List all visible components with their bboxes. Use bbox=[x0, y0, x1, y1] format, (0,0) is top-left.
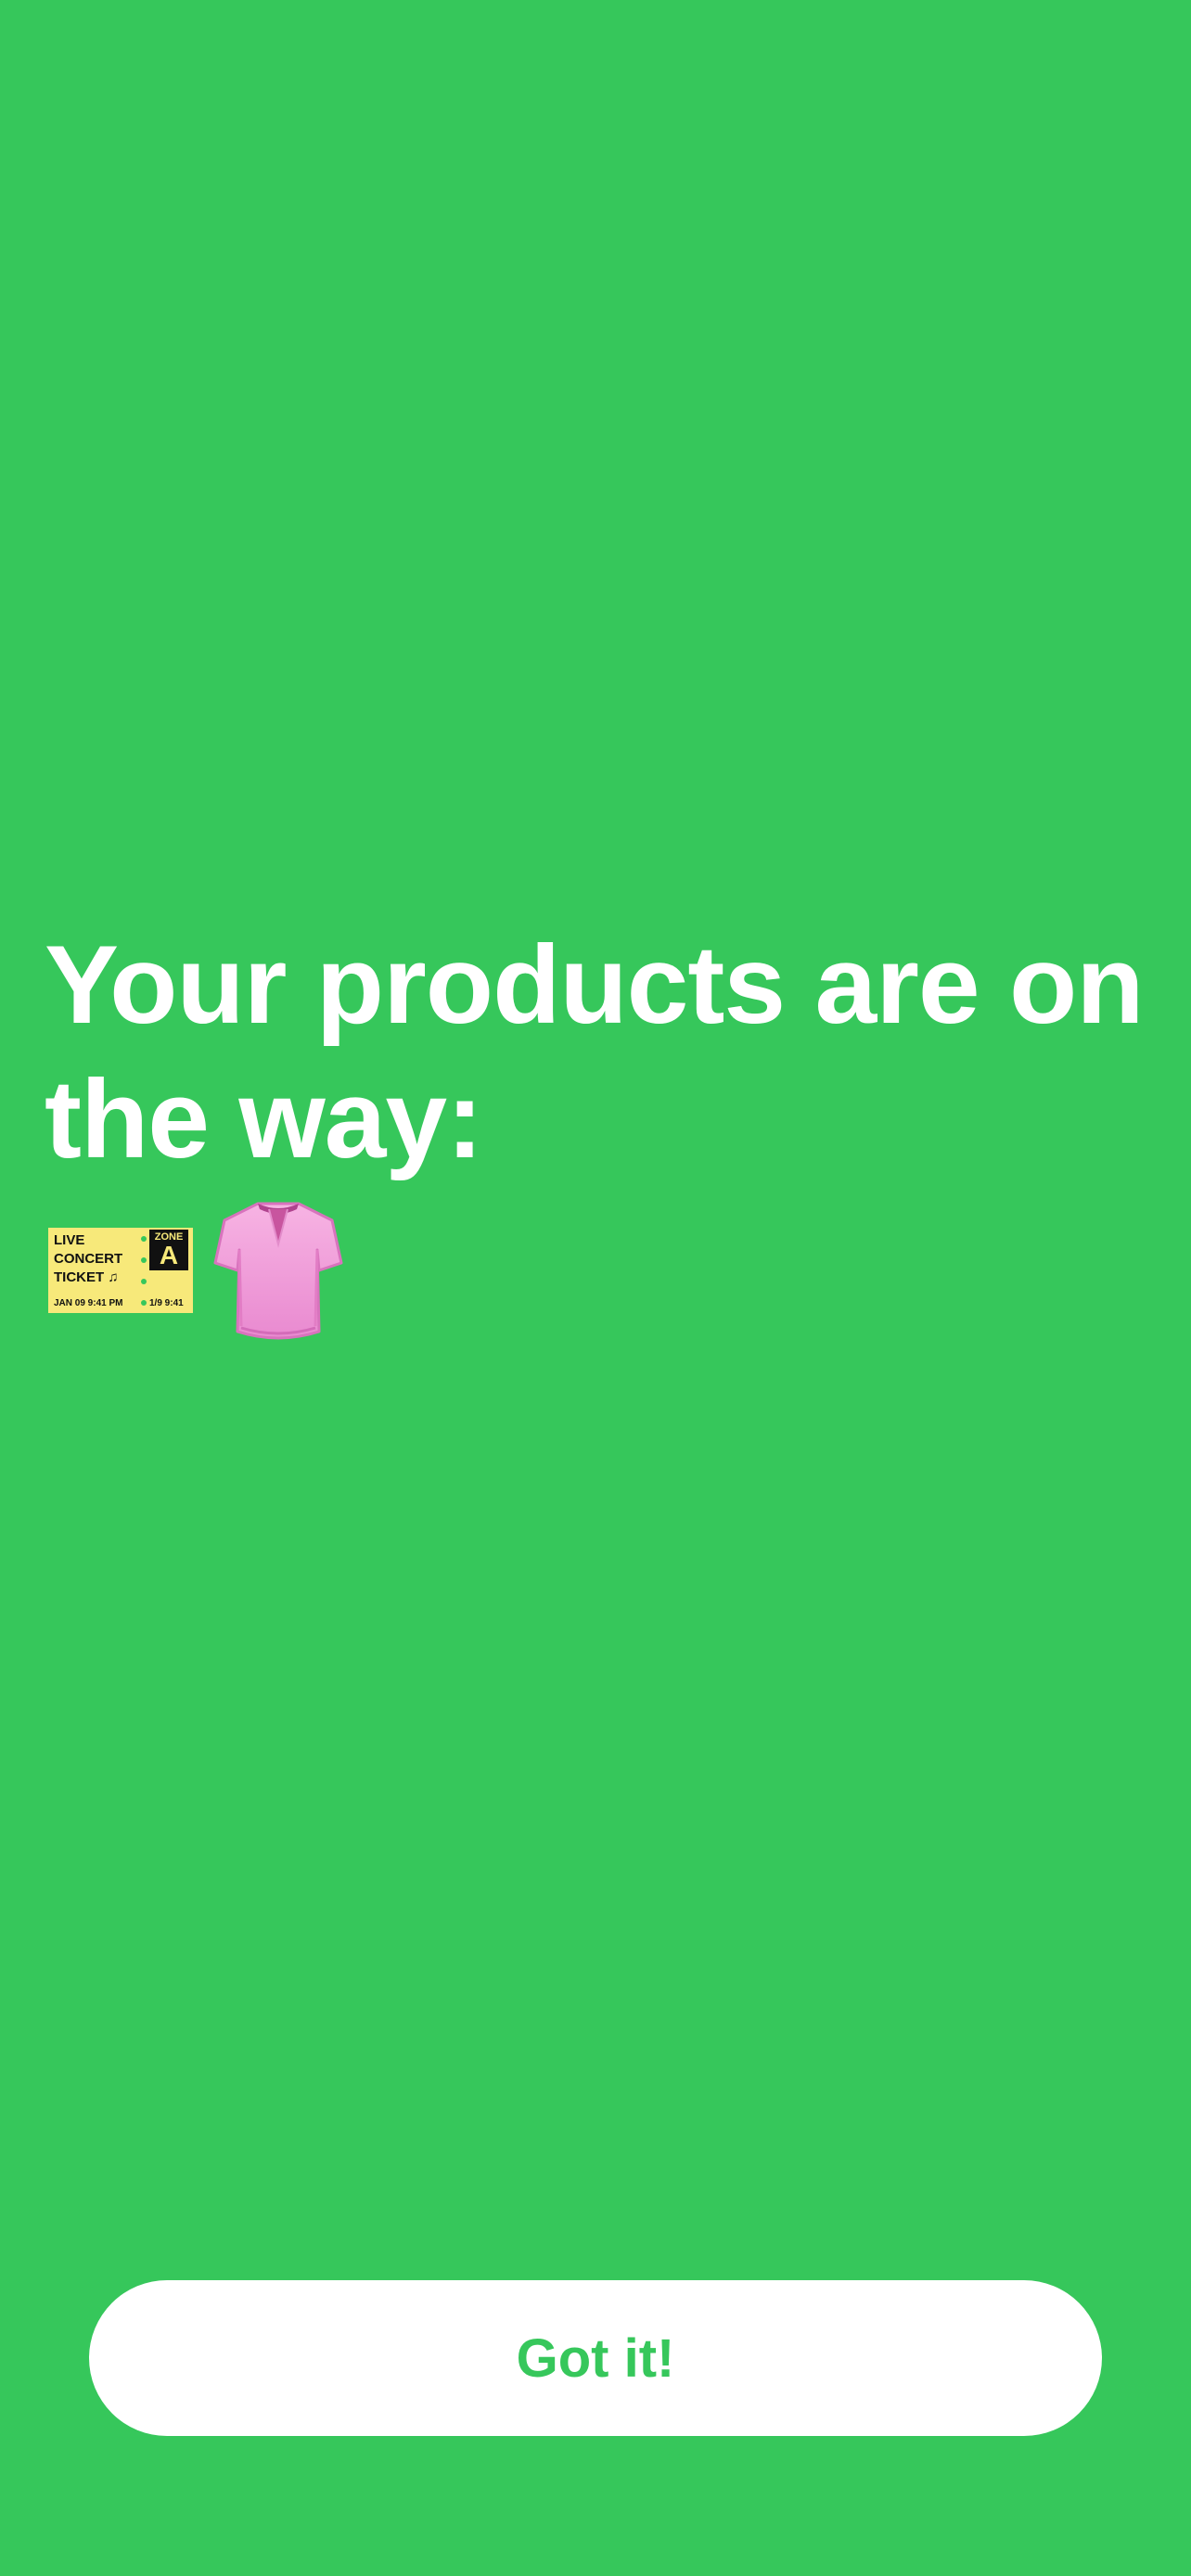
ticket-stub: ZONE A 1/9 9:41 bbox=[147, 1228, 193, 1313]
stub-footer: 1/9 9:41 bbox=[149, 1298, 184, 1308]
ticket-footer: JAN 09 9:41 PM bbox=[54, 1298, 123, 1308]
ticket-line-2: CONCERT bbox=[54, 1251, 123, 1267]
product-list: LIVE CONCERT TICKET ♫ JAN 09 9:41 PM ZON… bbox=[48, 1196, 343, 1345]
page-title: Your products are on the way: bbox=[45, 918, 1158, 1187]
ticket-main: LIVE CONCERT TICKET ♫ JAN 09 9:41 PM bbox=[48, 1228, 141, 1313]
headline-line-2: the way: bbox=[45, 1057, 483, 1181]
blouse-icon bbox=[213, 1202, 343, 1340]
got-it-button[interactable]: Got it! bbox=[89, 2280, 1102, 2436]
zone-value: A bbox=[159, 1241, 179, 1269]
concert-ticket-icon: LIVE CONCERT TICKET ♫ JAN 09 9:41 PM ZON… bbox=[48, 1228, 193, 1313]
headline-line-1: Your products are on bbox=[45, 923, 1145, 1047]
ticket-line-1: LIVE bbox=[54, 1232, 85, 1248]
zone-box: ZONE A bbox=[149, 1230, 188, 1270]
ticket-line-3: TICKET ♫ bbox=[54, 1269, 119, 1285]
